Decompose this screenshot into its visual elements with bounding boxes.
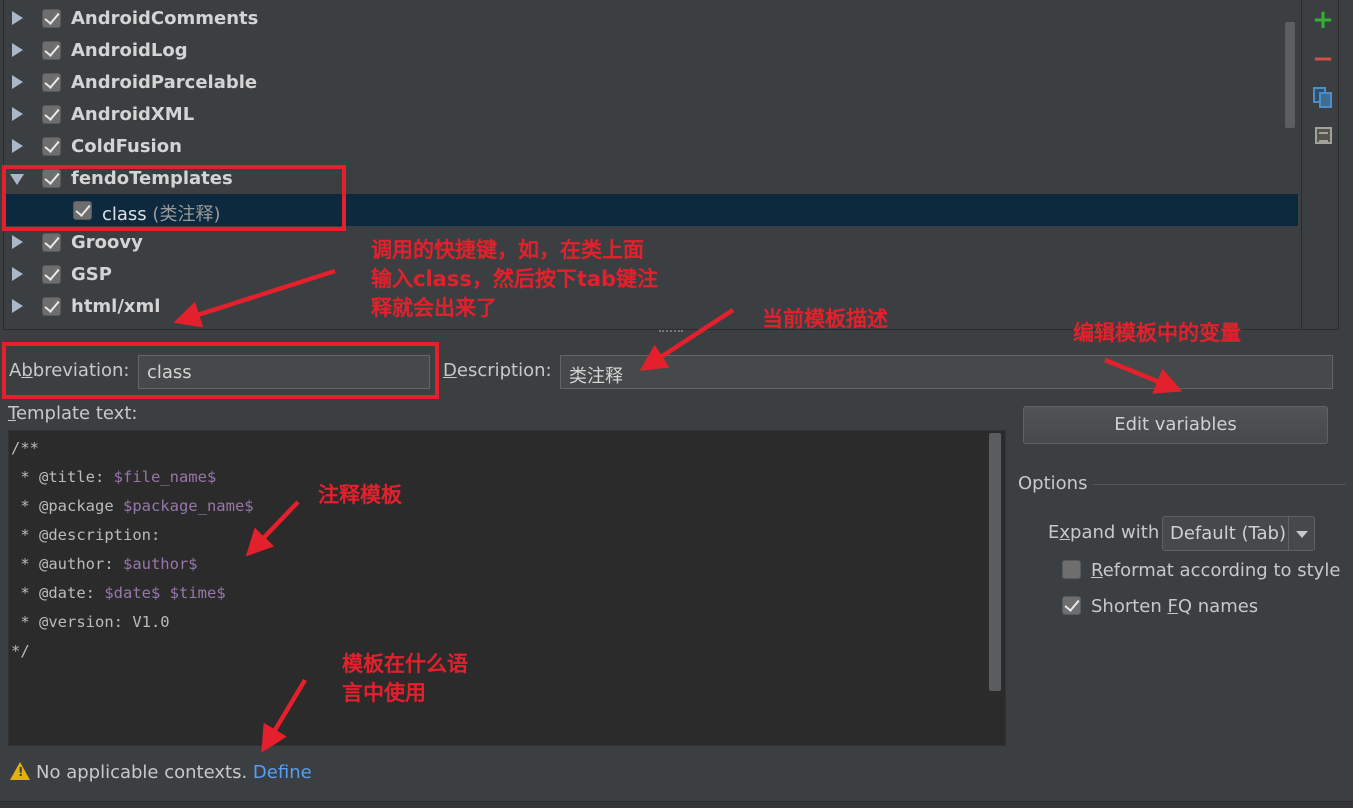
expand-arrow-icon[interactable] bbox=[12, 299, 23, 313]
status-message: No applicable contexts. bbox=[36, 762, 248, 783]
options-title: Options bbox=[1018, 473, 1088, 494]
expand-arrow-icon[interactable] bbox=[12, 43, 23, 57]
group-checkbox[interactable] bbox=[42, 41, 61, 60]
expand-with-select[interactable]: Default (Tab) bbox=[1162, 516, 1315, 551]
group-label: html/xml bbox=[71, 296, 161, 317]
template-variable: $date$ bbox=[104, 584, 161, 602]
template-text-editor[interactable]: /** * @title: $file_name$ * @package $pa… bbox=[8, 430, 1006, 746]
bottom-divider bbox=[0, 801, 1353, 808]
options-divider bbox=[1093, 484, 1346, 485]
group-label: ColdFusion bbox=[71, 136, 182, 157]
annotation-context-note: 模板在什么语 言中使用 bbox=[342, 652, 468, 705]
code-line: * @version: V1.0 bbox=[11, 613, 170, 631]
chevron-down-icon[interactable] bbox=[1288, 517, 1314, 550]
define-link[interactable]: Define bbox=[253, 762, 312, 783]
template-variable: $author$ bbox=[122, 555, 198, 573]
expand-arrow-icon[interactable] bbox=[12, 139, 23, 153]
reformat-label: Reformat according to style bbox=[1091, 560, 1341, 581]
annotation-variables-note: 编辑模板中的变量 bbox=[1073, 321, 1241, 345]
template-variable: $package_name$ bbox=[122, 497, 254, 515]
annotation-shortcut-note: 调用的快捷键，如，在类上面 输入class，然后按下tab键注 释就会出来了 bbox=[371, 238, 659, 320]
group-label: AndroidXML bbox=[71, 104, 195, 125]
shorten-fq-checkbox[interactable] bbox=[1062, 596, 1081, 615]
context-status: No applicable contexts. Define bbox=[10, 760, 312, 783]
tree-group-row[interactable]: AndroidXML bbox=[4, 98, 1298, 130]
tree-group-row[interactable]: AndroidLog bbox=[4, 34, 1298, 66]
code-line: * @date: $date$ $time$ bbox=[11, 584, 226, 602]
template-variable: $time$ bbox=[169, 584, 226, 602]
expand-arrow-icon[interactable] bbox=[12, 267, 23, 281]
code-line: * @title: $file_name$ bbox=[11, 468, 217, 486]
code-line: /** bbox=[11, 439, 39, 457]
tree-scrollbar[interactable] bbox=[1285, 22, 1295, 128]
group-checkbox[interactable] bbox=[42, 265, 61, 284]
group-checkbox[interactable] bbox=[42, 73, 61, 92]
description-label: Description: bbox=[443, 360, 552, 381]
template-text-label: Template text: bbox=[8, 403, 138, 424]
annotation-box-abbreviation bbox=[2, 342, 439, 399]
edit-variables-button[interactable]: Edit variables bbox=[1023, 406, 1328, 444]
description-input[interactable]: 类注释 bbox=[560, 355, 1333, 389]
expand-arrow-icon[interactable] bbox=[12, 75, 23, 89]
group-checkbox[interactable] bbox=[42, 297, 61, 316]
group-checkbox[interactable] bbox=[42, 233, 61, 252]
remove-icon[interactable]: − bbox=[1312, 46, 1334, 72]
group-label: GSP bbox=[71, 264, 112, 285]
annotation-template-note: 注释模板 bbox=[318, 483, 402, 507]
add-icon[interactable]: + bbox=[1312, 7, 1334, 33]
group-label: Groovy bbox=[71, 232, 143, 253]
copy-icon[interactable] bbox=[1312, 85, 1334, 108]
group-label: AndroidComments bbox=[71, 8, 259, 29]
template-variable: $file_name$ bbox=[113, 468, 217, 486]
expand-with-value: Default (Tab) bbox=[1170, 523, 1287, 544]
editor-scrollbar[interactable] bbox=[989, 433, 1001, 691]
tree-toolbar: + − bbox=[1301, 0, 1338, 329]
expand-with-label: Expand with bbox=[1048, 522, 1160, 543]
code-line: * @package $package_name$ bbox=[11, 497, 254, 515]
group-checkbox[interactable] bbox=[42, 9, 61, 28]
code-line: * @author: $author$ bbox=[11, 555, 198, 573]
annotation-box-template bbox=[2, 165, 346, 231]
group-label: AndroidParcelable bbox=[71, 72, 258, 93]
reformat-checkbox[interactable] bbox=[1062, 560, 1081, 579]
shorten-fq-label: Shorten FQ names bbox=[1091, 596, 1259, 617]
expand-arrow-icon[interactable] bbox=[12, 235, 23, 249]
annotation-description-note: 当前模板描述 bbox=[762, 307, 888, 331]
group-checkbox[interactable] bbox=[42, 105, 61, 124]
group-checkbox[interactable] bbox=[42, 137, 61, 156]
warning-icon bbox=[10, 762, 30, 780]
tree-group-row[interactable]: AndroidComments bbox=[4, 2, 1298, 34]
group-label: AndroidLog bbox=[71, 40, 188, 61]
code-line: * @description: bbox=[11, 526, 161, 544]
splitter-handle[interactable] bbox=[659, 330, 683, 336]
notes-icon[interactable] bbox=[1312, 125, 1334, 147]
code-line: */ bbox=[11, 642, 30, 660]
tree-group-row[interactable]: AndroidParcelable bbox=[4, 66, 1298, 98]
expand-arrow-icon[interactable] bbox=[12, 107, 23, 121]
tree-group-row[interactable]: ColdFusion bbox=[4, 130, 1298, 162]
expand-arrow-icon[interactable] bbox=[12, 11, 23, 25]
